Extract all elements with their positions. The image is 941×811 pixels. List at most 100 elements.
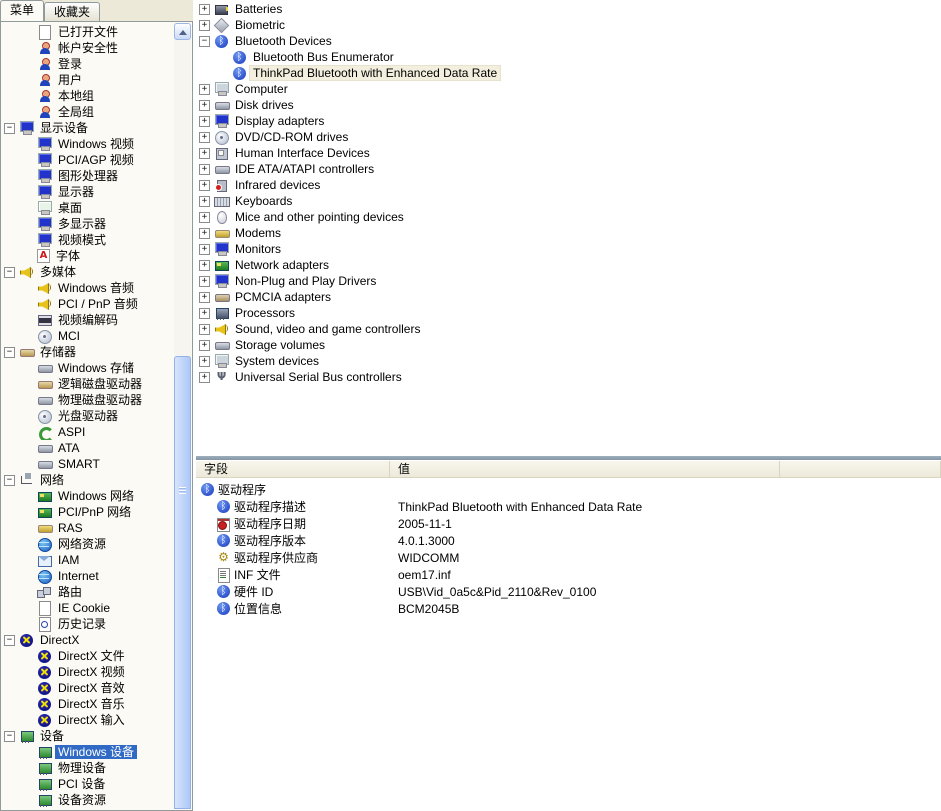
expand-toggle-plus[interactable]: + xyxy=(199,116,210,127)
column-header-field[interactable]: 字段 xyxy=(196,461,390,478)
property-row[interactable]: ᛒ驱动程序 xyxy=(196,481,941,498)
device-tree-item[interactable]: +System devices xyxy=(196,353,941,369)
sidebar-tree-item[interactable]: DirectX 音效 xyxy=(1,680,174,696)
sidebar-tree-item[interactable]: 本地组 xyxy=(1,88,174,104)
column-header-value[interactable]: 值 xyxy=(390,461,780,478)
sidebar-tree-item[interactable]: 视频模式 xyxy=(1,232,174,248)
sidebar-tree-item[interactable]: 网络资源 xyxy=(1,536,174,552)
device-tree-item[interactable]: +IDE ATA/ATAPI controllers xyxy=(196,161,941,177)
expand-toggle-plus[interactable]: + xyxy=(199,164,210,175)
device-tree-item[interactable]: +Mice and other pointing devices xyxy=(196,209,941,225)
expand-toggle-plus[interactable]: + xyxy=(199,260,210,271)
sidebar-tree-item[interactable]: PCI/PnP 网络 xyxy=(1,504,174,520)
sidebar-tree-item[interactable]: 路由 xyxy=(1,584,174,600)
expand-toggle-plus[interactable]: + xyxy=(199,148,210,159)
sidebar-tree-item[interactable]: −存储器 xyxy=(1,344,174,360)
expand-toggle-minus[interactable]: − xyxy=(4,347,15,358)
device-tree-item[interactable]: −ᛒBluetooth Devices xyxy=(196,33,941,49)
device-tree-item[interactable]: +Network adapters xyxy=(196,257,941,273)
property-row[interactable]: ⚙驱动程序供应商WIDCOMM xyxy=(196,549,941,566)
expand-toggle-plus[interactable]: + xyxy=(199,276,210,287)
sidebar-tree-item[interactable]: Windows 存储 xyxy=(1,360,174,376)
device-tree-item[interactable]: ᛒBluetooth Bus Enumerator xyxy=(196,49,941,65)
sidebar-tree-item[interactable]: eIE Cookie xyxy=(1,600,174,616)
tab-menu[interactable]: 菜单 xyxy=(0,0,44,21)
expand-toggle-minus[interactable]: − xyxy=(4,731,15,742)
sidebar-tree-item[interactable]: IAM xyxy=(1,552,174,568)
sidebar-tree-item[interactable]: PCI / PnP 音频 xyxy=(1,296,174,312)
sidebar-tree-item[interactable]: −设备 xyxy=(1,728,174,744)
expand-toggle-plus[interactable]: + xyxy=(199,308,210,319)
sidebar-tree-item[interactable]: 全局组 xyxy=(1,104,174,120)
sidebar-tree-item[interactable]: 视频编解码 xyxy=(1,312,174,328)
sidebar-tree-item[interactable]: 逻辑磁盘驱动器 xyxy=(1,376,174,392)
sidebar-tree-item[interactable]: Windows 设备 xyxy=(1,744,174,760)
device-tree-item[interactable]: +Non-Plug and Play Drivers xyxy=(196,273,941,289)
device-tree-item[interactable]: +Monitors xyxy=(196,241,941,257)
expand-toggle-minus[interactable]: − xyxy=(4,123,15,134)
sidebar-tree-item[interactable]: MCI xyxy=(1,328,174,344)
device-tree-item[interactable]: +Modems xyxy=(196,225,941,241)
sidebar-tree-item[interactable]: −DirectX xyxy=(1,632,174,648)
sidebar-tree-item[interactable]: Windows 音频 xyxy=(1,280,174,296)
sidebar-tree-item[interactable]: Windows 视频 xyxy=(1,136,174,152)
expand-toggle-plus[interactable]: + xyxy=(199,292,210,303)
sidebar-tree-item[interactable]: 登录 xyxy=(1,56,174,72)
sidebar-tree-item[interactable]: 已打开文件 xyxy=(1,24,174,40)
expand-toggle-minus[interactable]: − xyxy=(4,635,15,646)
expand-toggle-plus[interactable]: + xyxy=(199,4,210,15)
sidebar-scrollbar[interactable] xyxy=(174,23,191,809)
sidebar-tree-item[interactable]: DirectX 输入 xyxy=(1,712,174,728)
expand-toggle-plus[interactable]: + xyxy=(199,228,210,239)
sidebar-tree-item[interactable]: 光盘驱动器 xyxy=(1,408,174,424)
sidebar-tree-item[interactable]: −多媒体 xyxy=(1,264,174,280)
expand-toggle-minus[interactable]: − xyxy=(199,36,210,47)
sidebar-tree-item[interactable]: ATA xyxy=(1,440,174,456)
property-row[interactable]: INF 文件oem17.inf xyxy=(196,566,941,583)
sidebar-tree-item[interactable]: 设备资源 xyxy=(1,792,174,808)
device-tree-item[interactable]: +DVD/CD-ROM drives xyxy=(196,129,941,145)
sidebar-tree-item[interactable]: −网络 xyxy=(1,472,174,488)
sidebar-tree-item[interactable]: 历史记录 xyxy=(1,616,174,632)
sidebar-tree-item[interactable]: 多显示器 xyxy=(1,216,174,232)
device-tree-item[interactable]: +Computer xyxy=(196,81,941,97)
sidebar-tree-item[interactable]: SMART xyxy=(1,456,174,472)
expand-toggle-plus[interactable]: + xyxy=(199,324,210,335)
expand-toggle-plus[interactable]: + xyxy=(199,372,210,383)
device-tree-item[interactable]: +Disk drives xyxy=(196,97,941,113)
expand-toggle-minus[interactable]: − xyxy=(4,267,15,278)
tab-favorites[interactable]: 收藏夹 xyxy=(44,2,100,21)
device-tree-item[interactable]: +Biometric xyxy=(196,17,941,33)
sidebar-tree-item[interactable]: PCI/AGP 视频 xyxy=(1,152,174,168)
sidebar-tree-item[interactable]: 用户 xyxy=(1,72,174,88)
sidebar-tree-item[interactable]: 物理磁盘驱动器 xyxy=(1,392,174,408)
sidebar-tree-item[interactable]: 显示器 xyxy=(1,184,174,200)
sidebar-tree-item[interactable]: RAS xyxy=(1,520,174,536)
expand-toggle-plus[interactable]: + xyxy=(199,340,210,351)
sidebar-tree-item[interactable]: DirectX 视频 xyxy=(1,664,174,680)
sidebar-tree-item[interactable]: ASPI xyxy=(1,424,174,440)
property-row[interactable]: ᛒ位置信息BCM2045B xyxy=(196,600,941,617)
expand-toggle-minus[interactable]: − xyxy=(4,475,15,486)
sidebar-tree-item[interactable]: A字体 xyxy=(1,248,174,264)
device-tree-item[interactable]: +Display adapters xyxy=(196,113,941,129)
device-tree-item[interactable]: +Processors xyxy=(196,305,941,321)
scroll-up-button[interactable] xyxy=(174,23,191,40)
device-tree-item[interactable]: +Sound, video and game controllers xyxy=(196,321,941,337)
property-row[interactable]: 驱动程序日期2005-11-1 xyxy=(196,515,941,532)
sidebar-tree-item[interactable]: 桌面 xyxy=(1,200,174,216)
device-tree-item[interactable]: +Infrared devices xyxy=(196,177,941,193)
expand-toggle-plus[interactable]: + xyxy=(199,212,210,223)
device-tree-item[interactable]: +Batteries xyxy=(196,1,941,17)
expand-toggle-plus[interactable]: + xyxy=(199,196,210,207)
sidebar-tree-item[interactable]: −显示设备 xyxy=(1,120,174,136)
sidebar-tree-item[interactable]: 帐户安全性 xyxy=(1,40,174,56)
expand-toggle-plus[interactable]: + xyxy=(199,100,210,111)
property-row[interactable]: ᛒ驱动程序版本4.0.1.3000 xyxy=(196,532,941,549)
scrollbar-thumb[interactable] xyxy=(174,356,191,809)
expand-toggle-plus[interactable]: + xyxy=(199,180,210,191)
expand-toggle-plus[interactable]: + xyxy=(199,132,210,143)
device-tree-item[interactable]: +PCMCIA adapters xyxy=(196,289,941,305)
sidebar-tree-item[interactable]: DirectX 文件 xyxy=(1,648,174,664)
expand-toggle-plus[interactable]: + xyxy=(199,244,210,255)
